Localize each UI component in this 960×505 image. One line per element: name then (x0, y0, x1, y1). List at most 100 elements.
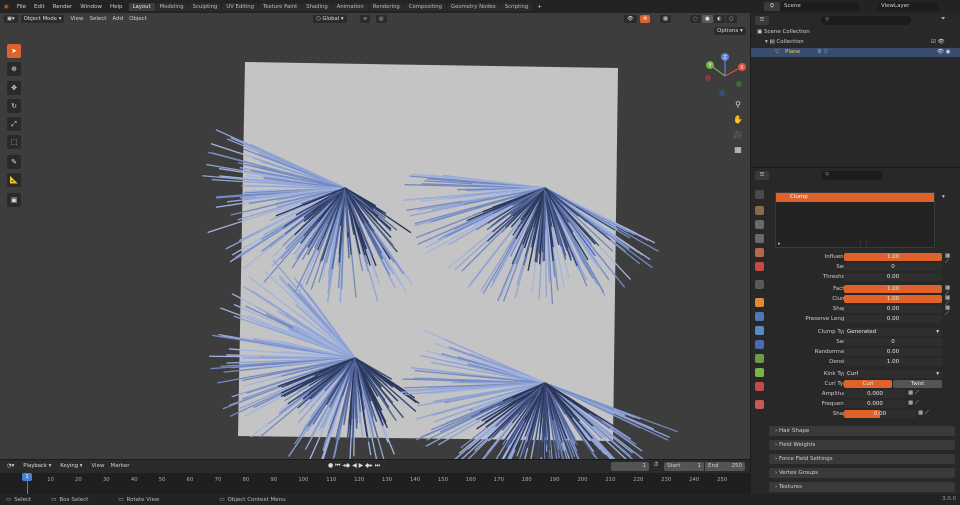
menu-file[interactable]: File (13, 4, 30, 10)
clump-seed-field[interactable]: 0 (844, 338, 942, 346)
scene-icon[interactable]: ⛭ (764, 2, 780, 11)
prev-key-icon[interactable]: ◂◆ (343, 462, 351, 469)
vertex-groups-label: Vertex Groups (778, 470, 818, 476)
menu-window[interactable]: Window (76, 4, 106, 10)
timeline-view-menu[interactable]: View (88, 463, 107, 469)
outliner-search-input[interactable]: ⚲ (821, 16, 911, 25)
hair-particle-plane[interactable] (0, 13, 750, 459)
world-tab-icon[interactable] (755, 262, 764, 271)
panel-textures[interactable]: › Textures (769, 482, 955, 492)
particles-tab-icon[interactable] (755, 326, 764, 335)
playback-controls: ● ⏮ ◂◆ ◀ ▶ ◆▸ ⏭ (328, 462, 380, 470)
curl-option-twist[interactable]: Twist (893, 380, 942, 388)
jump-end-icon[interactable]: ⏭ (375, 462, 380, 469)
play-reverse-icon[interactable]: ◀ (352, 462, 357, 469)
data-tab-icon[interactable] (755, 368, 764, 377)
start-frame-field[interactable]: Start 1 (664, 462, 704, 471)
tab-texture-paint[interactable]: Texture Paint (259, 2, 302, 11)
frequency-texture-icon[interactable]: ▦ ⟋ (908, 400, 919, 407)
density-field[interactable]: 1.00 (844, 358, 942, 366)
frequency-field[interactable]: 0.000 (844, 400, 906, 408)
timeline-tick-label: 100 (298, 477, 309, 483)
keying-menu[interactable]: Keying ▾ (57, 462, 86, 470)
outliner-item-plane-row[interactable]: ▽ Plane ⚙ ▽ 👁 ◉ (751, 48, 960, 57)
tab-geometry-nodes[interactable]: Geometry Nodes (447, 2, 500, 11)
menu-help[interactable]: Help (106, 4, 127, 10)
amplitude-field[interactable]: 0.000 (844, 390, 906, 398)
timeline-tick-label: 70 (214, 477, 222, 483)
view-layer-tab-icon[interactable] (755, 234, 764, 243)
playhead[interactable]: 1 (22, 473, 32, 481)
panel-force-field-settings[interactable]: › Force Field Settings (769, 454, 955, 464)
physics-tab-icon[interactable] (755, 340, 764, 349)
object-tab-icon[interactable] (755, 298, 764, 307)
collection-tab-icon[interactable] (755, 280, 764, 289)
constraints-tab-icon[interactable] (755, 354, 764, 363)
seed-field[interactable]: 0 (844, 263, 942, 271)
modifier-tab-icon[interactable] (755, 312, 764, 321)
factor-field[interactable]: 1.00 (844, 285, 942, 293)
preserve-length-field[interactable]: 0.00 (844, 315, 942, 323)
play-icon[interactable]: ▶ (359, 462, 364, 469)
record-icon[interactable]: ● (328, 462, 333, 469)
current-frame-field[interactable]: 1 (611, 462, 649, 471)
render-tab-icon[interactable] (755, 206, 764, 215)
list-item-clump[interactable]: Clump (776, 193, 934, 202)
list-resize-handle-icon[interactable]: ⋮⋮ (858, 241, 869, 247)
texture-tab-icon[interactable] (755, 400, 764, 409)
clump-field[interactable]: 1.00 (844, 295, 942, 303)
output-tab-icon[interactable] (755, 220, 764, 229)
amplitude-texture-icon[interactable]: ▦ ⟋ (908, 390, 919, 397)
list-side-controls-icon[interactable]: ▾ (942, 194, 945, 200)
tab-scripting[interactable]: Scripting (500, 2, 533, 11)
clump-type-dropdown[interactable]: Generated ▾ (844, 328, 942, 336)
tab-animation[interactable]: Animation (332, 2, 368, 11)
tab-layout[interactable]: Layout (128, 2, 155, 11)
kink-shape-field[interactable]: 0.00 (844, 410, 916, 418)
jump-start-icon[interactable]: ⏮ (335, 462, 340, 469)
influence-field[interactable]: 1.00 (844, 253, 942, 261)
timeline-tick-label: 250 (717, 477, 728, 483)
add-workspace-button[interactable]: + (533, 4, 546, 10)
outliner-editor-type-icon[interactable]: ☰ (755, 16, 769, 25)
randomness-field[interactable]: 0.00 (844, 348, 942, 356)
shape-field[interactable]: 0.00 (844, 305, 942, 313)
kink-type-dropdown[interactable]: Curl ▾ (844, 370, 942, 378)
hair-dynamics-list[interactable]: Clump ▸ ⋮⋮ (775, 192, 935, 248)
tab-uv-editing[interactable]: UV Editing (222, 2, 259, 11)
panel-hair-shape[interactable]: › Hair Shape (769, 426, 955, 436)
menu-render[interactable]: Render (49, 4, 77, 10)
blender-logo-icon[interactable]: ◉ (0, 4, 13, 10)
tab-compositing[interactable]: Compositing (404, 2, 447, 11)
outliner-item-collection[interactable]: ▾ ▤ Collection (765, 39, 804, 45)
plane-visibility-icon[interactable]: 👁 ◉ (937, 49, 951, 55)
tab-shading[interactable]: Shading (302, 2, 332, 11)
filter-icon[interactable]: ⏷ (941, 16, 953, 25)
properties-search-input[interactable]: ⚲ (821, 171, 883, 180)
material-tab-icon[interactable] (755, 382, 764, 391)
menu-edit[interactable]: Edit (30, 4, 49, 10)
tab-modeling[interactable]: Modeling (155, 2, 188, 11)
viewlayer-selector[interactable]: ViewLayer (878, 2, 938, 11)
kink-shape-texture-icon[interactable]: ▦ ⟋ (918, 410, 929, 417)
tab-rendering[interactable]: Rendering (368, 2, 404, 11)
panel-vertex-groups[interactable]: › Vertex Groups (769, 468, 955, 478)
timeline-editor-type-icon[interactable]: ◔▾ (4, 462, 18, 470)
threshold-field[interactable]: 0.00 (844, 273, 942, 281)
tool-tab-icon[interactable] (755, 190, 764, 199)
next-key-icon[interactable]: ◆▸ (365, 462, 373, 469)
panel-field-weights[interactable]: › Field Weights (769, 440, 955, 450)
curl-option-curl[interactable]: Curl (844, 380, 892, 388)
scene-tab-icon[interactable] (755, 248, 764, 257)
3d-viewport[interactable]: ▣▾ Object Mode ▾ View Select Add Object … (0, 13, 750, 459)
playback-menu[interactable]: Playback ▾ (20, 462, 55, 470)
preview-range-icon[interactable]: ⏱ (654, 462, 664, 471)
tab-sculpting[interactable]: Sculpting (188, 2, 222, 11)
scene-selector[interactable]: Scene (781, 2, 859, 11)
expand-list-icon[interactable]: ▸ (778, 241, 781, 247)
collection-visibility-icon[interactable]: ☑ 👁 (931, 39, 945, 45)
timeline-marker-menu[interactable]: Marker (107, 463, 132, 469)
properties-editor-type-icon[interactable]: ☰ (755, 171, 769, 180)
outliner-item-scene-collection[interactable]: ▣ Scene Collection (757, 29, 810, 35)
end-frame-field[interactable]: End 250 (705, 462, 745, 471)
